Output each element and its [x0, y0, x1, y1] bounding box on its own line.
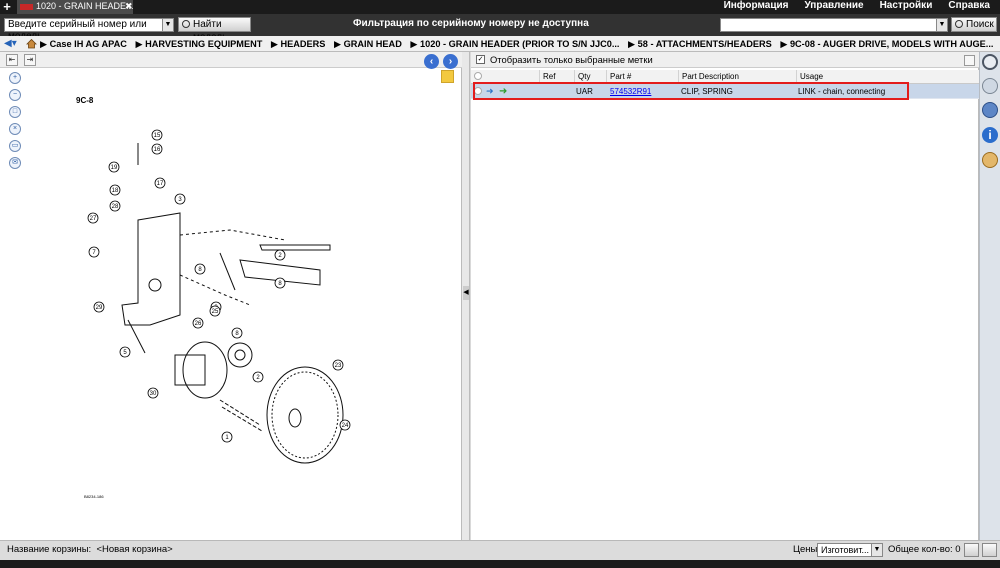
callout-label: 29 [96, 305, 103, 311]
chevron-down-icon[interactable]: ▼ [936, 19, 947, 31]
email-icon[interactable]: ✉ [9, 157, 21, 169]
breadcrumb-item[interactable]: ▶ HEADERS [271, 39, 329, 49]
favorites-icon[interactable] [982, 102, 998, 118]
show-selected-checkbox[interactable]: ✓ [476, 55, 485, 64]
search-label: Поиск [966, 19, 994, 30]
chevron-down-icon[interactable]: ▼ [162, 19, 173, 31]
home-icon[interactable] [26, 38, 37, 49]
callout-label: 26 [195, 321, 202, 327]
select-all-icon[interactable] [474, 72, 482, 80]
total-quantity: Общее кол-во: 0 [888, 544, 961, 555]
menu-management[interactable]: Управление [804, 0, 863, 14]
breadcrumb-item[interactable]: ▶ 58 - ATTACHMENTS/HEADERS [628, 39, 775, 49]
search-input[interactable]: ▼ [720, 18, 948, 32]
splitter-arrow-icon[interactable]: ◀ [463, 286, 469, 300]
show-selected-label: Отобразить только выбранные метки [490, 54, 653, 65]
menu-help[interactable]: Справка [948, 0, 990, 14]
search-icon[interactable] [982, 54, 998, 70]
basket-icon[interactable] [964, 543, 979, 557]
breadcrumb-item[interactable]: ▶ 9C-08 - AUGER DRIVE, MODELS WITH AUGE.… [780, 39, 996, 49]
callout-label: 23 [335, 363, 342, 369]
export-icon[interactable] [982, 543, 997, 557]
breadcrumb-item[interactable]: ▶ GRAIN HEAD [334, 39, 405, 49]
right-sidebar [979, 52, 1000, 540]
breadcrumb-item[interactable]: ▶ 1020 - GRAIN HEADER (PRIOR TO S/N JJC0… [410, 39, 622, 49]
callout-label: 24 [342, 423, 349, 429]
main-menu: Информация Управление Настройки Справка [724, 0, 1000, 14]
callout-label: 16 [154, 147, 161, 153]
footer-bar [0, 560, 1000, 568]
next-page-button[interactable]: › [443, 54, 458, 69]
parts-panel [471, 52, 979, 540]
callout-label: 18 [112, 188, 119, 194]
diagram-tools: + − □ × ▭ ✉ [9, 72, 23, 174]
note-icon[interactable] [441, 70, 454, 83]
window-icon[interactable] [964, 55, 975, 66]
zoom-in-icon[interactable]: + [9, 72, 21, 84]
search-icon [182, 20, 190, 28]
back-forward-icon[interactable]: ◀▾ [4, 38, 17, 50]
case-logo-icon [20, 3, 33, 10]
info-icon[interactable]: i [982, 127, 998, 143]
callout-label: 25 [212, 309, 219, 315]
search-button[interactable]: Поиск [951, 17, 997, 32]
callout-label: 30 [150, 391, 157, 397]
prices-value: Изготовит... [821, 545, 869, 555]
basket-value: <Новая корзина> [96, 544, 173, 555]
collapse-left-icon[interactable]: ⇤ [6, 54, 18, 66]
user-icon[interactable] [982, 152, 998, 168]
diagram-toolbar [0, 52, 462, 68]
previous-page-button[interactable]: ‹ [424, 54, 439, 69]
tab-close-icon[interactable]: ✖ [125, 0, 133, 12]
new-tab-button[interactable]: + [0, 0, 14, 14]
parts-diagram[interactable]: 15 16 19 18 17 3 28 27 7 2 8 3 8 26 29 5… [80, 125, 360, 465]
callout-label: 19 [111, 165, 118, 171]
serial-model-combobox[interactable]: Введите серийный номер или модель ▼ [4, 18, 174, 42]
clear-zoom-icon[interactable]: × [9, 123, 21, 135]
filter-message: Фильтрация по серийному номеру не доступ… [353, 18, 589, 29]
callout-label: 17 [157, 181, 164, 187]
diagram-label: 9C-8 [76, 96, 94, 105]
zoom-icon[interactable] [982, 78, 998, 94]
prices-select[interactable]: Изготовит... ▼ [817, 543, 883, 557]
find-model-button[interactable]: Найти модель [178, 17, 251, 43]
print-icon[interactable]: ▭ [9, 140, 21, 152]
collapse-right-icon[interactable]: ⇥ [24, 54, 36, 66]
diagram-code: B8234-186 [84, 494, 104, 499]
breadcrumb-item[interactable]: ▶ HARVESTING EQUIPMENT [135, 39, 265, 49]
breadcrumb-item[interactable]: ▶ Case IH AG APAC [40, 39, 130, 49]
zoom-out-icon[interactable]: − [9, 89, 21, 101]
search-icon [955, 20, 963, 28]
tab-grain-header[interactable]: 1020 - GRAIN HEADE... [17, 0, 133, 14]
callout-label: 15 [154, 133, 161, 139]
menu-settings[interactable]: Настройки [880, 0, 933, 14]
breadcrumb: ▶ Case IH AG APAC ▶ HARVESTING EQUIPMENT… [40, 38, 999, 50]
selection-highlight [473, 82, 909, 100]
callout-label: 27 [90, 216, 97, 222]
chevron-down-icon[interactable]: ▼ [871, 544, 882, 556]
menu-info[interactable]: Информация [724, 0, 789, 14]
callout-label: 28 [112, 204, 119, 210]
basket-name: Название корзины: <Новая корзина> [7, 544, 173, 555]
tab-label: 1020 - GRAIN HEADE... [36, 1, 133, 11]
fit-icon[interactable]: □ [9, 106, 21, 118]
prices-label: Цены: [793, 544, 821, 555]
